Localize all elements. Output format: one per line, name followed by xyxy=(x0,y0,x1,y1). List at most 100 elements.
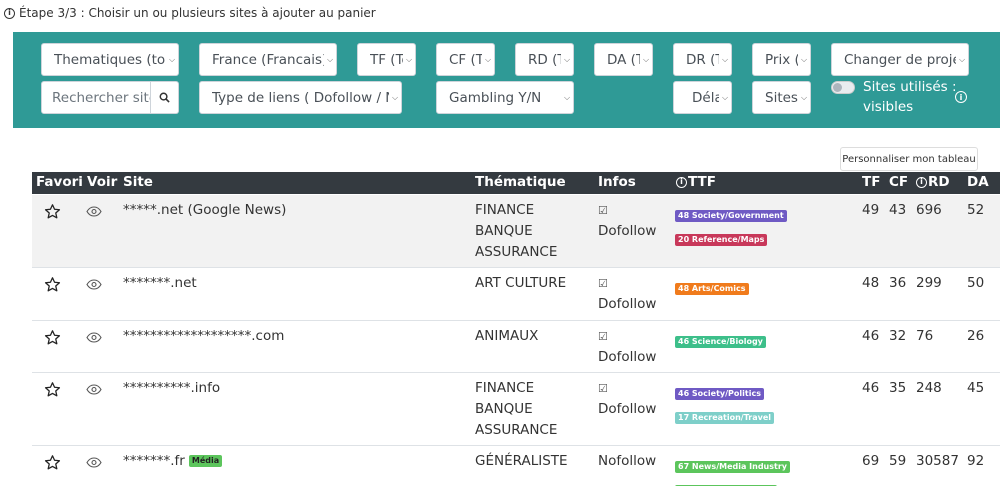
site-name-text: *******.net xyxy=(123,275,197,291)
tf-value: 48 xyxy=(862,275,880,291)
thematique-line: ASSURANCE xyxy=(475,244,558,260)
favorite-button[interactable] xyxy=(44,454,61,475)
rd-select[interactable]: RD (Tous)⌵ xyxy=(515,43,574,76)
favorite-button[interactable] xyxy=(44,276,61,297)
table-row[interactable]: *****.net (Google News) FINANCE BANQUE ASSU… xyxy=(32,195,1000,268)
gambling-select[interactable]: Gambling Y/N ⌵ xyxy=(436,81,574,114)
step-text: Étape 3/3 : Choisir un ou plusieurs site… xyxy=(19,6,376,20)
view-button[interactable] xyxy=(86,331,102,347)
sites-select[interactable]: Sites ⌵ xyxy=(752,81,811,114)
dr-select[interactable]: DR (Tous)⌵ xyxy=(673,43,732,76)
chevron-down-icon: ⌵ xyxy=(800,92,808,102)
tf-select-label: TF (Tous) xyxy=(370,51,403,68)
da-value: 26 xyxy=(967,328,985,344)
site-name[interactable]: *******************.com xyxy=(123,328,284,344)
view-button[interactable] xyxy=(86,205,102,221)
prix-select[interactable]: Prix (Tous)⌵ xyxy=(752,43,811,76)
col-infos[interactable]: Infos xyxy=(598,174,636,190)
chevron-down-icon: ⌵ xyxy=(484,54,492,64)
tf-value: 46 xyxy=(862,328,880,344)
thematique-line: ASSURANCE xyxy=(475,422,558,438)
col-cf[interactable]: CF xyxy=(889,174,908,190)
cf-value: 43 xyxy=(889,202,907,218)
used-sites-toggle-label: Sites utilisés : visibles xyxy=(863,79,957,115)
media-badge: Média xyxy=(188,455,223,467)
search-group xyxy=(41,81,179,114)
view-button[interactable] xyxy=(86,278,102,294)
col-da[interactable]: DA xyxy=(967,174,989,190)
col-favori[interactable]: Favori xyxy=(36,174,83,190)
table-row[interactable]: *******.fr Média GÉNÉRALISTE Nofollow 67 New… xyxy=(32,446,1000,486)
col-tf[interactable]: TF xyxy=(862,174,880,190)
site-name[interactable]: **********.info xyxy=(123,380,220,396)
checkbox-icon: ☑ xyxy=(598,330,608,343)
star-icon xyxy=(44,330,61,345)
tf-select[interactable]: TF (Tous)⌵ xyxy=(357,43,416,76)
view-button[interactable] xyxy=(86,383,102,399)
eye-icon xyxy=(86,332,102,343)
used-sites-toggle[interactable] xyxy=(831,81,855,94)
link-type-select[interactable]: Type de liens ( Dofollow / Nofollow )⌵ xyxy=(199,81,402,114)
infos-cell: ☑ Dofollow xyxy=(598,200,656,242)
tf-value: 46 xyxy=(862,380,880,396)
cf-select-label: CF (Tous) xyxy=(449,51,482,68)
cf-select[interactable]: CF (Tous)⌵ xyxy=(436,43,495,76)
col-voir[interactable]: Voir xyxy=(87,174,117,190)
table-row[interactable]: **********.info FINANCE BANQUE ASSURANCE ☑ Do… xyxy=(32,373,1000,446)
infos-cell: ☑ Dofollow xyxy=(598,273,656,315)
da-value: 45 xyxy=(967,380,985,396)
chevron-down-icon: ⌵ xyxy=(563,92,571,102)
site-name[interactable]: *******.fr Média xyxy=(123,453,223,469)
delai-select[interactable]: Délai⌵ xyxy=(673,81,732,114)
favorite-button[interactable] xyxy=(44,381,61,402)
table-row[interactable]: *******.net ART CULTURE ☑ Dofollow 48 Arts/C… xyxy=(32,268,1000,321)
star-icon xyxy=(44,277,61,292)
thematique-line: BANQUE xyxy=(475,401,533,417)
rd-value: 299 xyxy=(916,275,942,291)
follow-type: Dofollow xyxy=(598,349,657,365)
sites-select-label: Sites xyxy=(765,89,798,106)
da-select[interactable]: DA (Tous)⌵ xyxy=(594,43,653,76)
col-ttf[interactable]: i TTF xyxy=(676,174,716,190)
da-select-label: DA (Tous) xyxy=(607,51,640,68)
site-name-text: *******.fr xyxy=(123,453,185,469)
thematique-line: BANQUE xyxy=(475,223,533,239)
ttf-tag: 67 News/Media Industry xyxy=(675,461,790,473)
favorite-button[interactable] xyxy=(44,329,61,350)
site-name[interactable]: *******.net xyxy=(123,275,197,291)
eye-icon xyxy=(86,206,102,217)
info-icon: i xyxy=(4,7,15,19)
thematiques-select[interactable]: Thematiques (tous)⌵ xyxy=(41,43,179,76)
country-select[interactable]: France (Francais) ⌵ xyxy=(199,43,337,76)
ttf-tag: 46 Society/Politics xyxy=(675,388,764,400)
col-site[interactable]: Site xyxy=(123,174,153,190)
checkbox-icon: ☑ xyxy=(598,277,608,290)
view-button[interactable] xyxy=(86,456,102,472)
follow-type: Dofollow xyxy=(598,223,657,239)
thematique-line: GÉNÉRALISTE xyxy=(475,453,568,469)
customize-table-button[interactable]: Personnaliser mon tableau xyxy=(840,147,978,171)
site-name[interactable]: *****.net (Google News) xyxy=(123,202,286,218)
thematique-line: ANIMAUX xyxy=(475,328,539,344)
favorite-button[interactable] xyxy=(44,203,61,224)
search-input[interactable] xyxy=(41,81,151,114)
info-icon: i xyxy=(916,176,927,188)
search-button[interactable] xyxy=(151,81,179,114)
thematique-cell: ART CULTURE xyxy=(475,273,566,294)
link-type-select-label: Type de liens ( Dofollow / Nofollow ) xyxy=(212,89,389,106)
ttf-tag: 48 Arts/Comics xyxy=(675,283,749,295)
thematique-cell: FINANCE BANQUE ASSURANCE xyxy=(475,200,557,263)
project-select[interactable]: Changer de projet ⌵ xyxy=(831,43,969,76)
gambling-select-label: Gambling Y/N xyxy=(449,89,542,106)
infos-cell: ☑ Dofollow xyxy=(598,378,656,420)
info-icon[interactable]: i xyxy=(955,91,967,103)
site-name-text: *****.net (Google News) xyxy=(123,202,287,218)
col-thematique[interactable]: Thématique xyxy=(475,174,566,190)
col-rd[interactable]: i RD xyxy=(916,174,950,190)
table-row[interactable]: *******************.com ANIMAUX ☑ Dofollow 4… xyxy=(32,321,1000,373)
infos-cell: ☑ Dofollow xyxy=(598,326,656,368)
chevron-down-icon: ⌵ xyxy=(563,54,571,64)
ttf-tag: 46 Science/Biology xyxy=(675,336,766,348)
da-value: 92 xyxy=(967,453,985,469)
cf-value: 32 xyxy=(889,328,907,344)
